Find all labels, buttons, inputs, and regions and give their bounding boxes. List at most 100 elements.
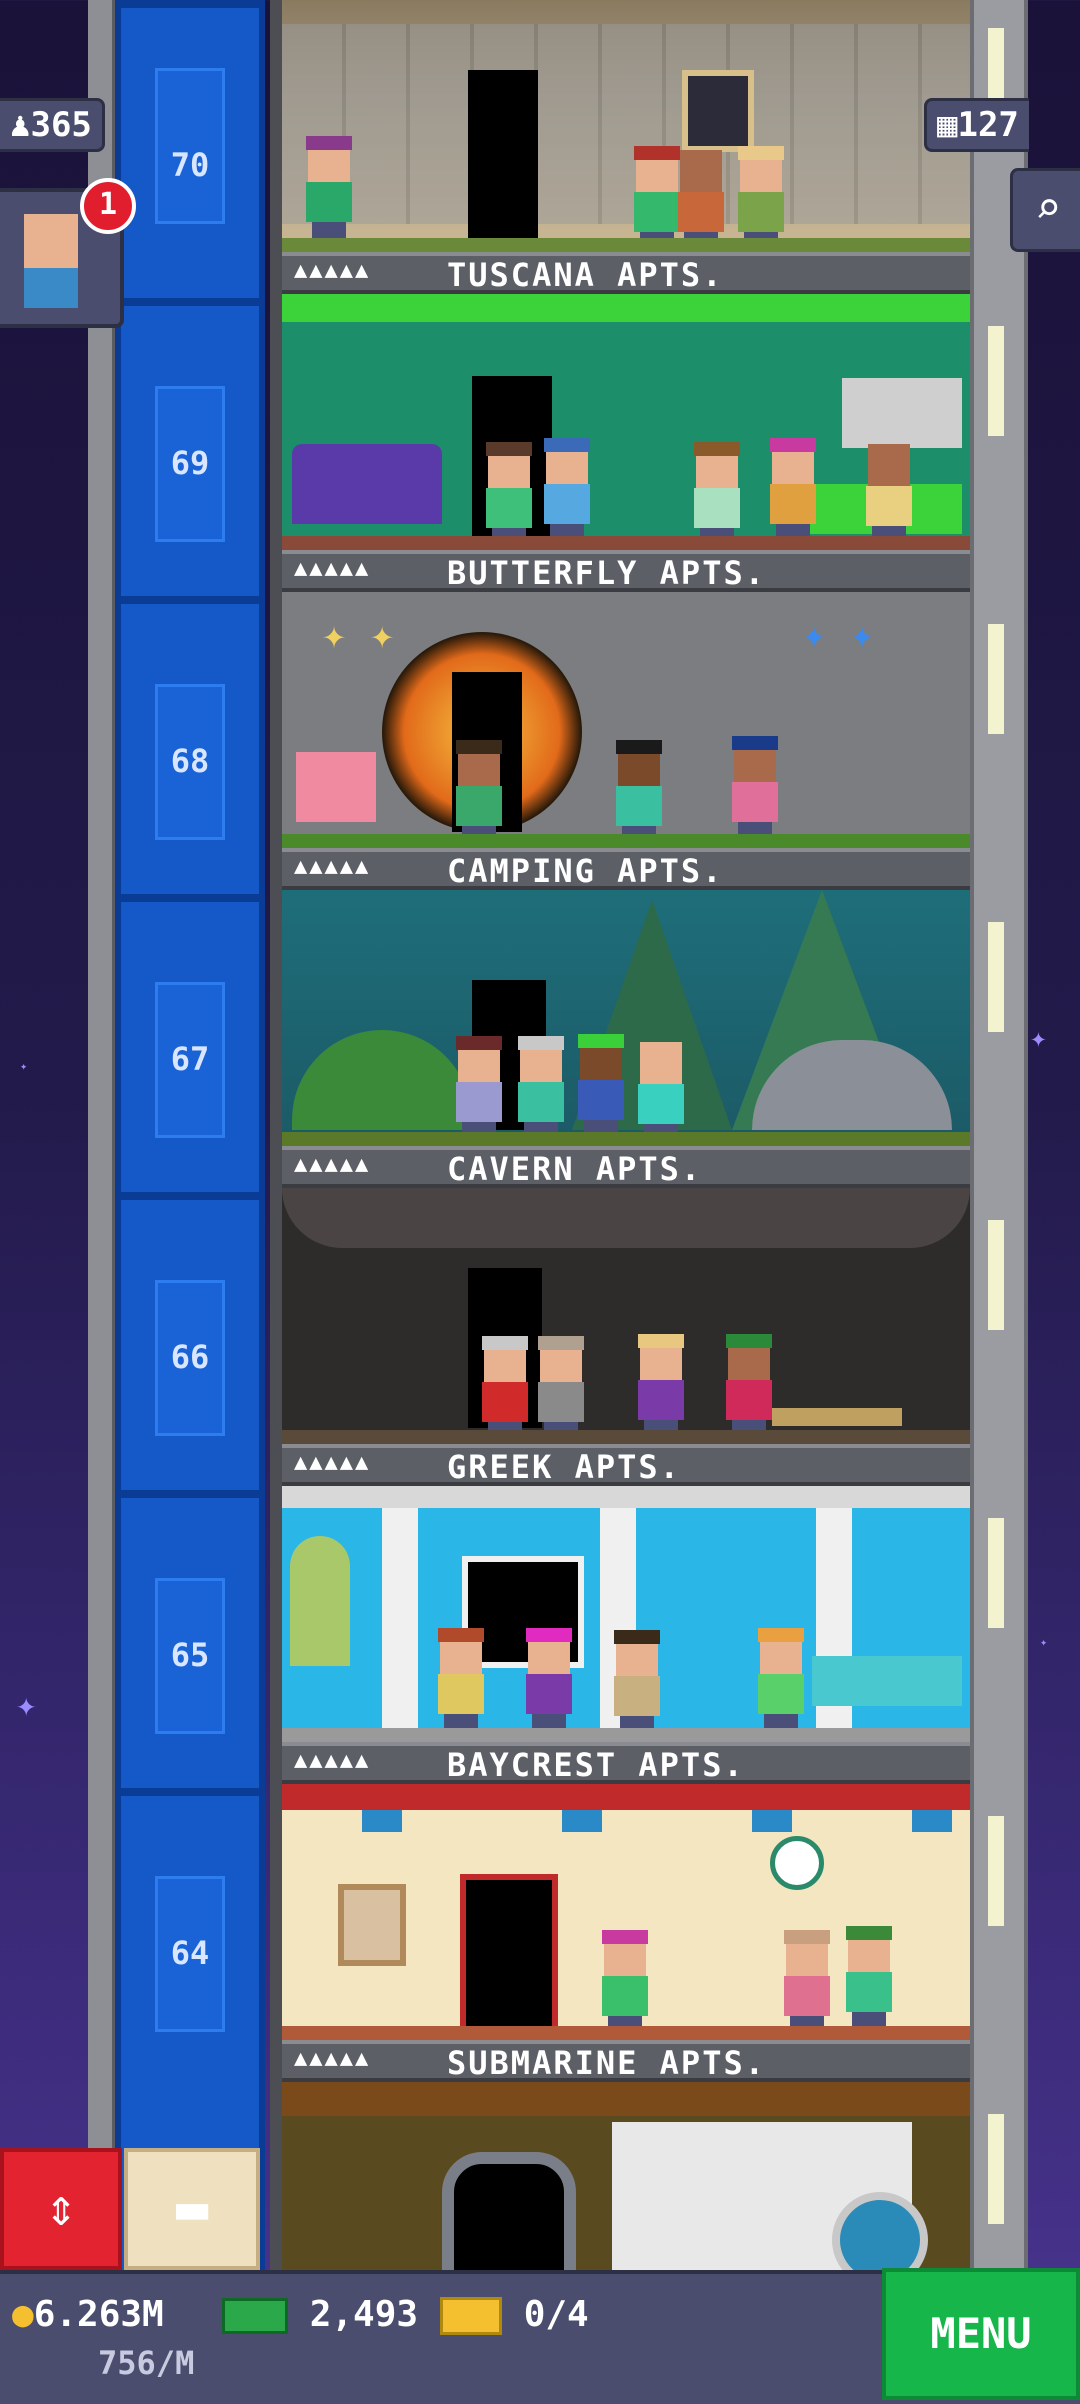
tenant-shirt [544,484,590,524]
green-trim [282,294,970,322]
shaft-rail [88,0,116,2270]
floor-65-room[interactable] [282,1486,970,1742]
bux-display[interactable]: 2,493 [222,2294,418,2335]
tenant[interactable] [522,1628,576,1732]
floor-sign[interactable]: ▲▲▲▲▲ SUBMARINE APTS. [282,2040,970,2082]
tenant-hair [518,1036,564,1050]
window-light [988,624,1004,734]
floor-67-room[interactable] [282,890,970,1146]
star-rating: ▲▲▲▲▲ [294,258,371,283]
floor-sign[interactable]: ▲▲▲▲▲ BUTTERFLY APTS. [282,550,970,592]
tenant-head [868,444,910,486]
tenant[interactable] [574,1034,628,1138]
tenant[interactable] [482,442,536,546]
floor-ground [282,834,970,848]
person-icon: ♟ [10,105,31,145]
star-decoration: ✦ [20,1059,28,1073]
floor-64-room[interactable] [282,1784,970,2040]
tenant[interactable] [674,150,728,250]
floor-sign[interactable]: ▲▲▲▲▲ CAMPING APTS. [282,848,970,890]
visitor-avatar [24,214,78,268]
tenant[interactable] [722,1334,776,1438]
elevator-shaft[interactable]: 70 69 68 67 66 65 64 [115,0,265,2270]
floor-ground [282,1132,970,1146]
tenant-shirt [538,1382,584,1422]
tenant-hair [438,1628,484,1642]
tenant-shirt [726,1380,772,1420]
visitor-body [24,268,78,308]
tenant[interactable] [754,1628,808,1732]
star-rating: ▲▲▲▲▲ [294,854,371,879]
window-light [988,326,1004,436]
storage-button[interactable]: ▬ [124,2148,260,2270]
tenant[interactable] [514,1036,568,1140]
window-light [988,1816,1004,1926]
floor-name: SUBMARINE APTS. [447,2044,766,2082]
elevator-button[interactable]: ⇕ [0,2148,122,2270]
star-rating: ▲▲▲▲▲ [294,1450,371,1475]
tenant-hair [784,1930,830,1944]
tenant[interactable] [634,1334,688,1438]
cash-icon [222,2298,288,2334]
floor-70-room[interactable] [282,0,970,252]
doorway [468,70,538,240]
floor-number: 68 [170,742,210,780]
tenant[interactable] [634,1042,688,1142]
floor-number: 70 [170,146,210,184]
floor-name: BUTTERFLY APTS. [447,554,766,592]
tenant[interactable] [780,1930,834,2034]
population-counter[interactable]: ♟365 [0,98,105,152]
tenant[interactable] [728,736,782,840]
tenant-hair [456,740,502,754]
stone-wall [282,24,970,224]
tenant[interactable] [610,1630,664,1734]
floor-63-room[interactable] [282,2082,970,2270]
tickets-display[interactable]: 0/4 [440,2294,589,2335]
tenant-shirt [438,1674,484,1714]
search-button[interactable]: ⌕ [1010,168,1080,252]
floor-sign[interactable]: ▲▲▲▲▲ TUSCANA APTS. [282,252,970,294]
tenant-shirt [694,488,740,528]
tenant[interactable] [734,146,788,250]
tenant[interactable] [302,136,356,240]
tenant[interactable] [690,442,744,546]
floors-counter[interactable]: ▦127 [924,98,1029,152]
tenant-hair [602,1930,648,1944]
doorway [460,1874,558,2036]
menu-button[interactable]: MENU [882,2268,1080,2400]
tenant[interactable] [452,1036,506,1140]
bux-value: 2,493 [309,2294,419,2335]
floor-name: TUSCANA APTS. [447,256,724,294]
tent-left [292,1030,472,1130]
tenant-hair [738,146,784,160]
coins-display[interactable]: ●6.263M [12,2294,164,2335]
window [682,70,754,152]
butterfly-decor: ✦ ✦ [322,612,395,658]
floor-sign[interactable]: ▲▲▲▲▲ CAVERN APTS. [282,1146,970,1188]
tenant[interactable] [766,438,820,542]
floor-69-room[interactable] [282,294,970,550]
porthole-door [442,2152,576,2270]
star-rating: ▲▲▲▲▲ [294,556,371,581]
tenant[interactable] [598,1930,652,2034]
tenant[interactable] [612,740,666,844]
tenant[interactable] [862,444,916,544]
tenant[interactable] [478,1336,532,1440]
floor-66-room[interactable] [282,1188,970,1444]
tenant-hair [486,442,532,456]
butterfly-decor: ✦ ✦ [802,612,875,658]
floor-name: CAMPING APTS. [447,852,724,890]
floor-68-room[interactable]: ✦ ✦ ✦ ✦ [282,592,970,848]
tenant[interactable] [434,1628,488,1732]
star-decoration: ✦ [16,1685,37,1725]
tenant-shirt [770,484,816,524]
floor-ground [282,2026,970,2040]
floor-sign[interactable]: ▲▲▲▲▲ BAYCREST APTS. [282,1742,970,1784]
tenant[interactable] [540,438,594,542]
tenant-shirt [456,786,502,826]
tenant[interactable] [842,1926,896,2030]
tenant[interactable] [452,740,506,844]
floor-sign[interactable]: ▲▲▲▲▲ GREEK APTS. [282,1444,970,1486]
tenant[interactable] [534,1336,588,1440]
window-light [988,922,1004,1032]
